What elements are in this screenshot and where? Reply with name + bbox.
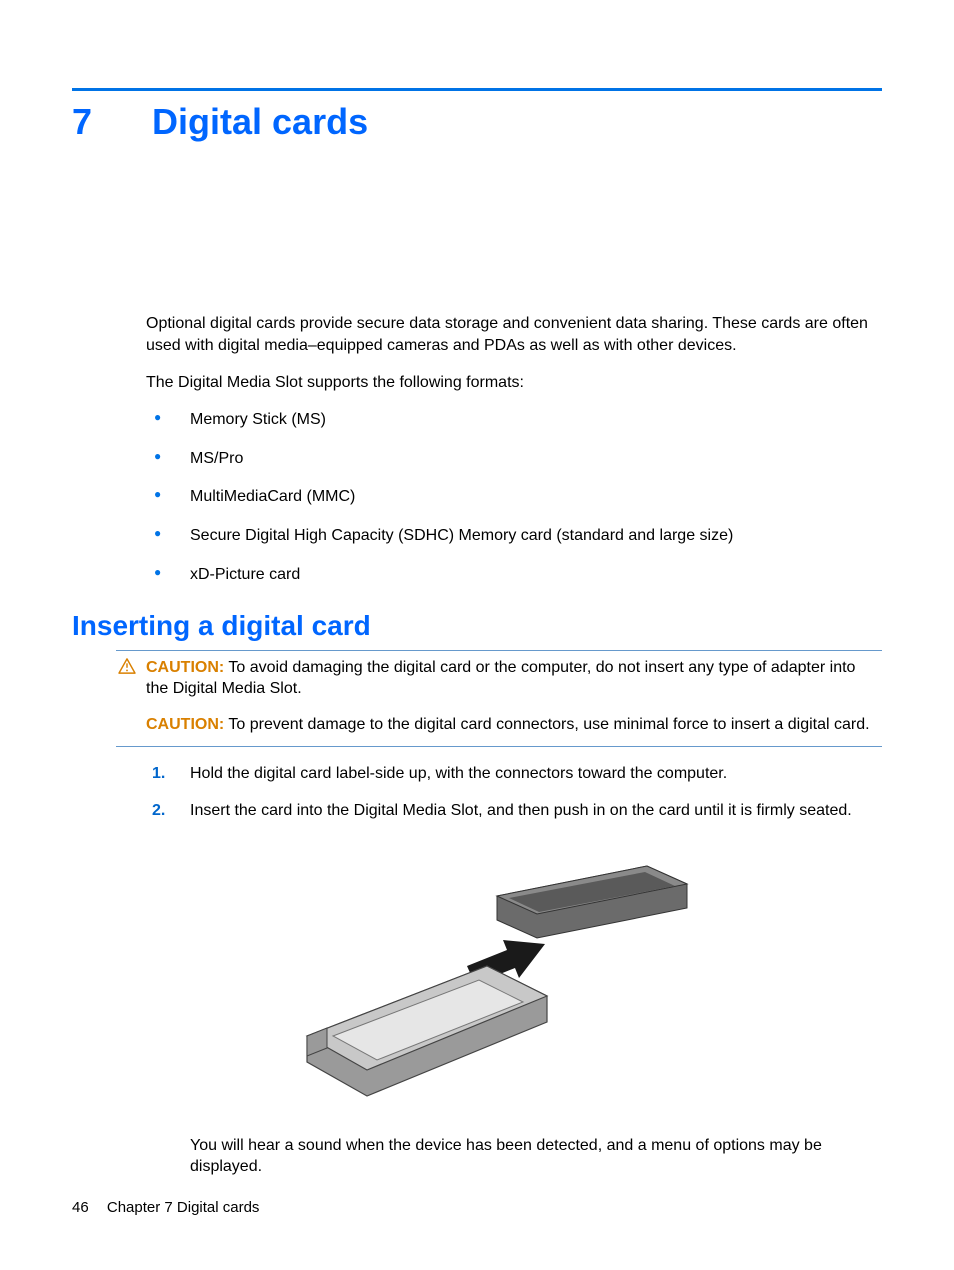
step-number: 1. — [152, 763, 165, 785]
list-item: MultiMediaCard (MMC) — [146, 487, 882, 508]
list-item: MS/Pro — [146, 449, 882, 470]
caution-box: CAUTION: To avoid damaging the digital c… — [116, 650, 882, 747]
caution-label: CAUTION: — [146, 716, 224, 733]
list-item: Secure Digital High Capacity (SDHC) Memo… — [146, 526, 882, 547]
step-number: 2. — [152, 800, 165, 822]
intro-paragraph-2: The Digital Media Slot supports the foll… — [146, 372, 882, 394]
insert-card-figure — [72, 846, 882, 1111]
caution-entry: CAUTION: To prevent damage to the digita… — [146, 714, 882, 736]
page-number: 46 — [72, 1199, 89, 1216]
chapter-number: 7 — [72, 101, 142, 143]
caution-text: To prevent damage to the digital card co… — [228, 716, 869, 733]
page-footer: 46 Chapter 7 Digital cards — [72, 1199, 259, 1216]
digital-card-illustration — [257, 846, 697, 1106]
step-text: Insert the card into the Digital Media S… — [190, 802, 852, 819]
caution-text: To avoid damaging the digital card or th… — [146, 659, 855, 698]
footer-text: Chapter 7 Digital cards — [107, 1199, 260, 1216]
formats-list: Memory Stick (MS) MS/Pro MultiMediaCard … — [146, 410, 882, 586]
list-item: xD-Picture card — [146, 565, 882, 586]
step-item: 2. Insert the card into the Digital Medi… — [146, 800, 882, 822]
intro-paragraph-1: Optional digital cards provide secure da… — [146, 313, 882, 356]
caution-entry: CAUTION: To avoid damaging the digital c… — [146, 657, 882, 700]
chapter-title: 7 Digital cards — [72, 101, 882, 143]
after-figure-text: You will hear a sound when the device ha… — [190, 1135, 882, 1178]
step-item: 1. Hold the digital card label-side up, … — [146, 763, 882, 785]
chapter-rule — [72, 88, 882, 91]
section-title: Inserting a digital card — [72, 610, 882, 642]
step-text: Hold the digital card label-side up, wit… — [190, 765, 727, 782]
caution-label: CAUTION: — [146, 659, 224, 676]
steps-list: 1. Hold the digital card label-side up, … — [146, 763, 882, 822]
chapter-title-text: Digital cards — [152, 101, 368, 142]
caution-icon — [118, 658, 136, 674]
list-item: Memory Stick (MS) — [146, 410, 882, 431]
